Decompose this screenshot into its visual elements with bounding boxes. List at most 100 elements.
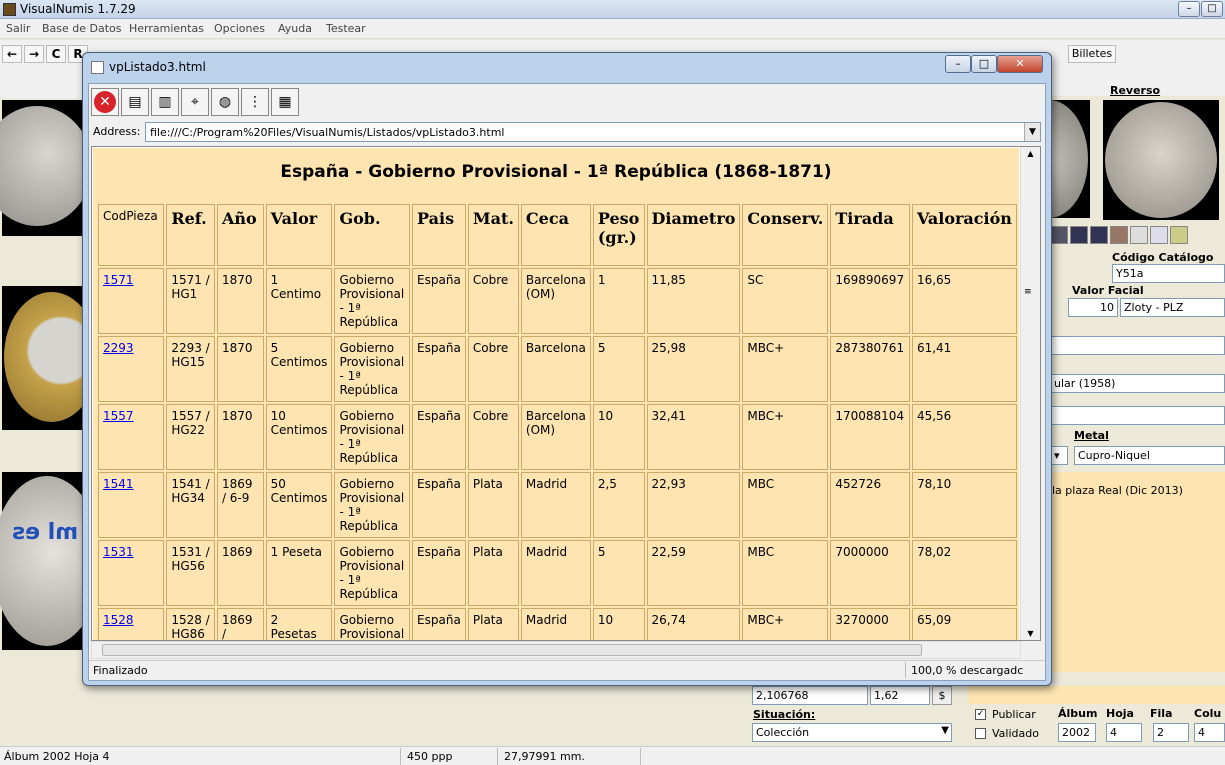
toolbar-c-button[interactable]: C [46,45,66,63]
save-icon[interactable]: ▦ [271,88,299,116]
listing-title: España - Gobierno Provisional - 1ª Repúb… [280,162,832,182]
value-b-field[interactable]: 1,62 [870,686,930,705]
scroll-grip-icon[interactable]: ≡ [1024,287,1032,297]
publicar-checkbox[interactable]: ✓ [975,709,986,720]
left-coin-panel: ml es [0,98,102,658]
cell-ref: 1541 / HG34 [166,472,215,538]
type-field[interactable]: ular (1958) [1050,374,1225,393]
cell-peso: 2,5 [592,472,645,538]
situacion-select[interactable]: Colección ▼ [752,723,952,742]
maximize-icon[interactable]: □ [1201,1,1223,17]
cell-ceca: Madrid [520,608,591,640]
document-icon[interactable]: ▤ [121,88,149,116]
metal-field[interactable]: Cupro-Niquel [1074,446,1225,465]
status-finalizado: Finalizado [93,664,148,677]
cell-pais: España [412,404,466,470]
cell-ref: 1528 / HG86 [166,608,215,640]
validado-checkbox[interactable] [975,728,986,739]
codpieza-link[interactable]: 1557 [103,409,134,423]
cell-cod: 1571 [98,268,165,334]
tool-icon[interactable] [1130,226,1148,244]
moneda-field[interactable]: Zloty - PLZ [1120,298,1225,317]
viewer-status-bar: Finalizado 100,0 % descargadc [89,660,1045,680]
menu-ayuda[interactable]: Ayuda [278,22,312,35]
minimize-icon[interactable]: – [1178,1,1200,17]
codpieza-link[interactable]: 1541 [103,477,134,491]
tool-icon[interactable] [1150,226,1168,244]
codpieza-link[interactable]: 1571 [103,273,134,287]
tool-icon[interactable] [1090,226,1108,244]
traffic-light-icon[interactable]: ⋮ [241,88,269,116]
cell-val: 65,09 [911,608,1017,640]
cell-tirada: 7000000 [830,540,910,606]
columna-field[interactable]: 4 [1194,723,1225,742]
close-red-icon[interactable]: ✕ [91,88,119,116]
minimize-icon[interactable]: – [945,55,971,73]
reverso-label: Reverso [1110,84,1161,97]
coin-text: ml es [12,520,79,545]
globe-icon[interactable]: ◍ [211,88,239,116]
billetes-button[interactable]: Billetes [1068,45,1116,63]
blank-field[interactable] [1050,336,1225,355]
validado-label: Validado [992,727,1039,740]
app-title: VisualNumis 1.7.29 [20,2,136,16]
notes-area[interactable]: la plaza Real (Dic 2013) [1050,472,1225,672]
menu-herramientas[interactable]: Herramientas [129,22,204,35]
notes-text: la plaza Real (Dic 2013) [1052,484,1183,497]
album-label: Álbum [1058,707,1098,720]
maximize-icon[interactable]: □ [971,55,997,73]
cell-diam: 26,74 [646,608,741,640]
codpieza-link[interactable]: 2293 [103,341,134,355]
viewer-toolbar: ✕ ▤ ▥ ⌖ ◍ ⋮ ▦ [89,84,1045,120]
close-icon[interactable]: ✕ [997,55,1043,73]
scroll-thumb[interactable] [102,644,922,656]
cell-ceca: Barcelona (OM) [520,404,591,470]
codpieza-link[interactable]: 1531 [103,545,134,559]
cell-cons: MBC+ [742,336,829,402]
currency-button[interactable]: $ [932,686,952,705]
vertical-scrollbar[interactable]: ▲ ≡ ▼ [1020,147,1040,640]
tool-icon[interactable] [1050,226,1068,244]
menu-base-datos[interactable]: Base de Datos [42,22,122,35]
fila-field[interactable]: 2 [1153,723,1189,742]
forward-arrow-icon[interactable]: → [24,45,44,63]
library-icon[interactable]: ▥ [151,88,179,116]
codigo-catalogo-field[interactable]: Y51a [1112,264,1225,283]
blank-field[interactable] [1050,406,1225,425]
listing-page: España - Gobierno Provisional - 1ª Repúb… [93,148,1019,640]
cell-ref: 1571 / HG1 [166,268,215,334]
address-field[interactable]: file:///C:/Program%20Files/VisualNumis/L… [145,122,1041,142]
cell-mat: Cobre [467,268,519,334]
value-a-field[interactable]: 2,106768 [752,686,868,705]
tool-icon[interactable] [1170,226,1188,244]
codpieza-link[interactable]: 1528 [103,613,134,627]
menu-opciones[interactable]: Opciones [214,22,265,35]
scroll-down-icon[interactable]: ▼ [1021,629,1040,638]
header-tirada: Tirada [830,204,910,266]
header-pais: Pais [412,204,466,266]
binoculars-icon[interactable]: ⌖ [181,88,209,116]
tool-icon[interactable] [1110,226,1128,244]
hoja-field[interactable]: 4 [1106,723,1142,742]
cell-gob: Gobierno Provisional - 1ª República [334,268,411,334]
cell-cons: MBC [742,472,829,538]
cell-val: 78,02 [911,540,1017,606]
menu-testear[interactable]: Testear [326,22,366,35]
table-row: 1531 1531 / HG56 1869 1 Peseta Gobierno Prov… [98,540,1017,606]
scroll-up-icon[interactable]: ▲ [1021,149,1040,158]
cell-tirada: 3270000 [830,608,910,640]
dropdown[interactable]: ▾ [1050,446,1068,465]
cell-peso: 1 [592,268,645,334]
menu-salir[interactable]: Salir [6,22,30,35]
table-row: 1541 1541 / HG34 1869 / 6-9 50 Centimos Gobi… [98,472,1017,538]
header-diametro: Diametro [646,204,741,266]
cell-valor: 1 Centimo [265,268,333,334]
cell-diam: 11,85 [646,268,741,334]
table-row: 1557 1557 / HG22 1870 10 Centimos Gobierno P… [98,404,1017,470]
back-arrow-icon[interactable]: ← [2,45,22,63]
horizontal-scrollbar[interactable] [91,641,1021,659]
valor-facial-field[interactable]: 10 [1068,298,1118,317]
tool-icon[interactable] [1070,226,1088,244]
chevron-down-icon[interactable]: ▼ [1024,123,1040,141]
album-field[interactable]: 2002 [1058,723,1096,742]
